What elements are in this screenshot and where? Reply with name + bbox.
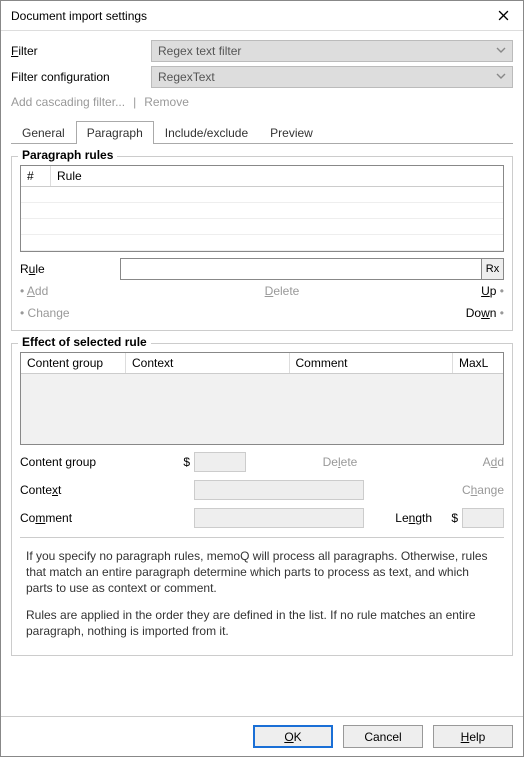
length-label: Length <box>368 511 438 525</box>
rule-input-row: Rule Rx <box>20 258 504 280</box>
cancel-button[interactable]: Cancel <box>343 725 423 748</box>
rule-actions-2: Change Down <box>20 306 504 324</box>
paragraph-rules-legend: Paragraph rules <box>18 148 117 162</box>
add-effect-link[interactable]: Add <box>434 455 504 469</box>
dialog-footer: OK Cancel Help <box>1 716 523 756</box>
comment-row: Comment Length $ <box>20 507 504 529</box>
separator: | <box>133 95 136 109</box>
rule-input-label: Rule <box>20 262 120 276</box>
change-effect-link[interactable]: Change <box>434 483 504 497</box>
filter-label: Filter <box>11 44 151 58</box>
change-rule-link[interactable]: Change <box>20 306 140 324</box>
tab-general[interactable]: General <box>11 121 76 144</box>
chevron-down-icon <box>496 70 506 84</box>
context-label: Context <box>20 483 170 497</box>
filter-row: Filter Regex text filter <box>11 39 513 63</box>
col-content-group: Content group <box>21 353 126 373</box>
table-row <box>21 219 503 235</box>
rules-table-head: # Rule <box>21 166 503 187</box>
table-row <box>21 187 503 203</box>
up-rule-link[interactable]: Up <box>424 284 504 302</box>
content-group-input[interactable] <box>194 452 246 472</box>
comment-label: Comment <box>20 511 170 525</box>
table-row <box>21 235 503 251</box>
help-button[interactable]: Help <box>433 725 513 748</box>
help-paragraph-2: Rules are applied in the order they are … <box>26 607 498 639</box>
effect-table-body <box>21 374 503 444</box>
effect-table[interactable]: Content group Context Comment MaxL <box>20 352 504 445</box>
filter-config-select[interactable]: RegexText <box>151 66 513 88</box>
filter-links: Add cascading filter... | Remove <box>11 91 513 119</box>
col-num: # <box>21 166 51 186</box>
content-group-label: Content group <box>20 455 170 469</box>
tab-strip: General Paragraph Include/exclude Previe… <box>11 121 513 144</box>
close-button[interactable] <box>483 1 523 31</box>
filter-select[interactable]: Regex text filter <box>151 40 513 62</box>
col-rule: Rule <box>51 166 503 186</box>
col-comment: Comment <box>290 353 454 373</box>
down-rule-link[interactable]: Down <box>424 306 504 324</box>
add-rule-link[interactable]: Add <box>20 284 140 302</box>
dialog-body: Filter Regex text filter Filter configur… <box>1 31 523 716</box>
rx-button[interactable]: Rx <box>481 259 503 279</box>
rules-table-body <box>21 187 503 251</box>
tab-include-exclude[interactable]: Include/exclude <box>154 121 259 144</box>
close-icon <box>498 10 509 21</box>
help-text: If you specify no paragraph rules, memoQ… <box>26 548 498 639</box>
rule-actions-1: Add Delete Up <box>20 284 504 302</box>
dollar-sign-2: $ <box>442 511 458 525</box>
table-row <box>21 203 503 219</box>
dollar-sign: $ <box>174 455 190 469</box>
filter-config-row: Filter configuration RegexText <box>11 65 513 89</box>
divider <box>20 537 504 538</box>
filter-config-value: RegexText <box>158 70 215 84</box>
rule-input[interactable] <box>121 259 481 279</box>
context-input[interactable] <box>194 480 364 500</box>
add-cascading-filter-link[interactable]: Add cascading filter... <box>11 95 125 109</box>
col-context: Context <box>126 353 290 373</box>
col-maxl: MaxL <box>453 353 503 373</box>
chevron-down-icon <box>496 44 506 58</box>
filter-value: Regex text filter <box>158 44 241 58</box>
help-paragraph-1: If you specify no paragraph rules, memoQ… <box>26 548 498 597</box>
filter-config-label: Filter configuration <box>11 70 151 84</box>
effect-table-head: Content group Context Comment MaxL <box>21 353 503 374</box>
rules-table[interactable]: # Rule <box>20 165 504 252</box>
ok-button[interactable]: OK <box>253 725 333 748</box>
paragraph-rules-group: Paragraph rules # Rule Rule Rx <box>11 156 513 331</box>
comment-input[interactable] <box>194 508 364 528</box>
tab-paragraph[interactable]: Paragraph <box>76 121 154 144</box>
context-row: Context Change <box>20 479 504 501</box>
length-input[interactable] <box>462 508 504 528</box>
effect-legend: Effect of selected rule <box>18 335 151 349</box>
dialog-window: Document import settings Filter Regex te… <box>0 0 524 757</box>
titlebar: Document import settings <box>1 1 523 31</box>
tab-preview[interactable]: Preview <box>259 121 324 144</box>
effect-group: Effect of selected rule Content group Co… <box>11 343 513 656</box>
rule-input-wrapper: Rx <box>120 258 504 280</box>
delete-rule-link[interactable]: Delete <box>140 284 424 302</box>
remove-filter-link[interactable]: Remove <box>144 95 189 109</box>
delete-effect-link[interactable]: Delete <box>250 455 430 469</box>
dialog-title: Document import settings <box>11 9 483 23</box>
content-group-row: Content group $ Delete Add <box>20 451 504 473</box>
